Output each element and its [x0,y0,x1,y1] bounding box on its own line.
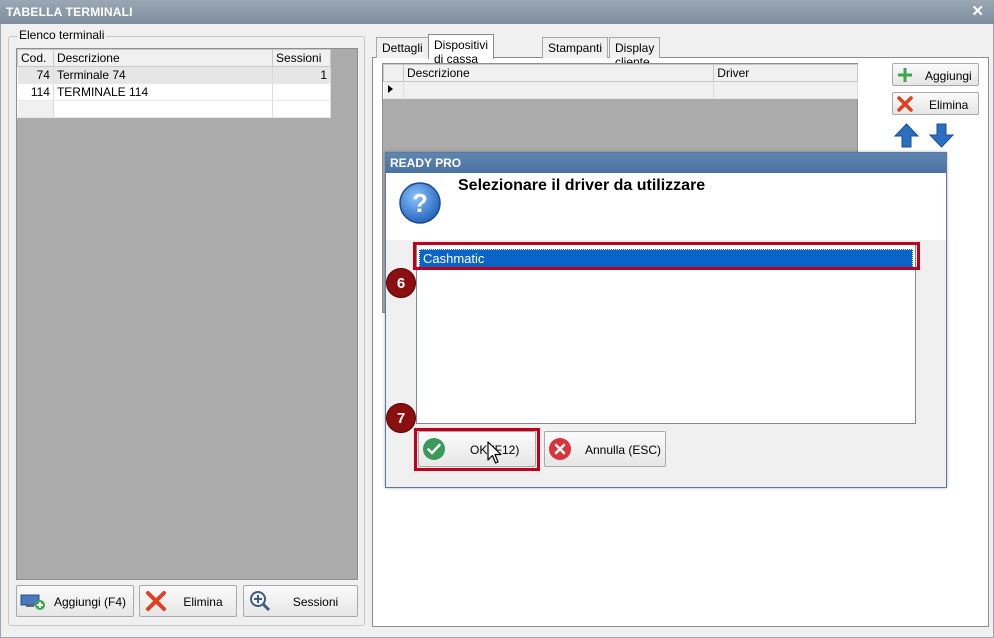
cell-descrizione: Terminale 74 [53,66,274,84]
add-terminal-button[interactable]: Aggiungi (F4) [16,585,134,617]
add-terminal-label: Aggiungi (F4) [53,595,127,609]
cancel-icon [549,438,571,460]
col-sessioni[interactable]: Sessioni [272,49,331,67]
add-device-label: Aggiungi [925,69,972,83]
tab-dettagli[interactable]: Dettagli [376,37,429,58]
move-up-icon[interactable] [893,122,920,149]
window-title: TABELLA TERMINALI [6,5,133,19]
delete-device-label: Elimina [929,98,969,112]
grid-header-row: Cod. Descrizione Sessioni [17,49,331,67]
dialog-header: ? Selezionare il driver da utilizzare [386,173,946,240]
step6-highlight [413,242,920,270]
cell-descrizione: TERMINALE 114 [53,83,274,101]
cell-cod: 74 [17,66,54,84]
svg-text:?: ? [412,188,428,218]
tab-display-cliente[interactable]: Display cliente [609,37,661,69]
dialog-message: Selezionare il driver da utilizzare [458,177,706,194]
cancel-label: Annulla (ESC) [585,443,662,457]
delete-x-icon [897,96,913,112]
add-device-button[interactable]: Aggiungi [892,63,979,86]
question-icon: ? [399,182,441,224]
cell-cod: 114 [17,83,54,101]
table-row[interactable] [383,81,858,99]
add-monitor-icon [20,589,46,613]
sessions-button[interactable]: Sessioni [243,585,358,617]
sessions-label: Sessioni [292,595,339,609]
col-driver[interactable]: Driver [713,64,858,82]
tab-stampanti[interactable]: Stampanti [542,37,609,58]
table-row[interactable]: 114 TERMINALE 114 [17,83,331,101]
row-indicator-icon [383,81,404,99]
delete-device-button[interactable]: Elimina [892,92,979,115]
terminals-grid[interactable]: Cod. Descrizione Sessioni 74 Terminale 7… [16,48,358,580]
close-icon[interactable]: ✕ [971,2,984,20]
driver-listbox[interactable] [416,244,916,424]
step7-highlight [414,428,540,471]
col-cod[interactable]: Cod. [17,49,54,67]
grid-header-row: Descrizione Driver [383,64,858,82]
step-badge-7: 7 [386,403,416,433]
table-row[interactable]: 74 Terminale 74 1 [17,66,331,84]
delete-terminal-label: Elimina [183,595,223,609]
move-down-icon[interactable] [928,122,955,149]
mouse-pointer-icon [487,441,502,464]
dialog-title: READY PRO [386,153,946,173]
plus-icon [898,68,912,82]
table-row-new[interactable] [17,100,331,118]
window-titlebar: TABELLA TERMINALI ✕ [0,0,994,24]
col-descrizione[interactable]: Descrizione [52,49,274,67]
delete-x-icon [143,589,169,613]
col-descrizione[interactable]: Descrizione [402,64,715,82]
cancel-button[interactable]: Annulla (ESC) [544,431,666,467]
cell-sessioni: 1 [272,66,331,84]
delete-terminal-button[interactable]: Elimina [139,585,237,617]
step-badge-6: 6 [386,268,416,298]
terminals-group-label: Elenco terminali [17,28,107,42]
cell-sessioni [272,83,331,101]
magnifier-icon [247,589,273,613]
tab-dispositivi-di-cassa[interactable]: Dispositivi di cassa [428,34,495,66]
